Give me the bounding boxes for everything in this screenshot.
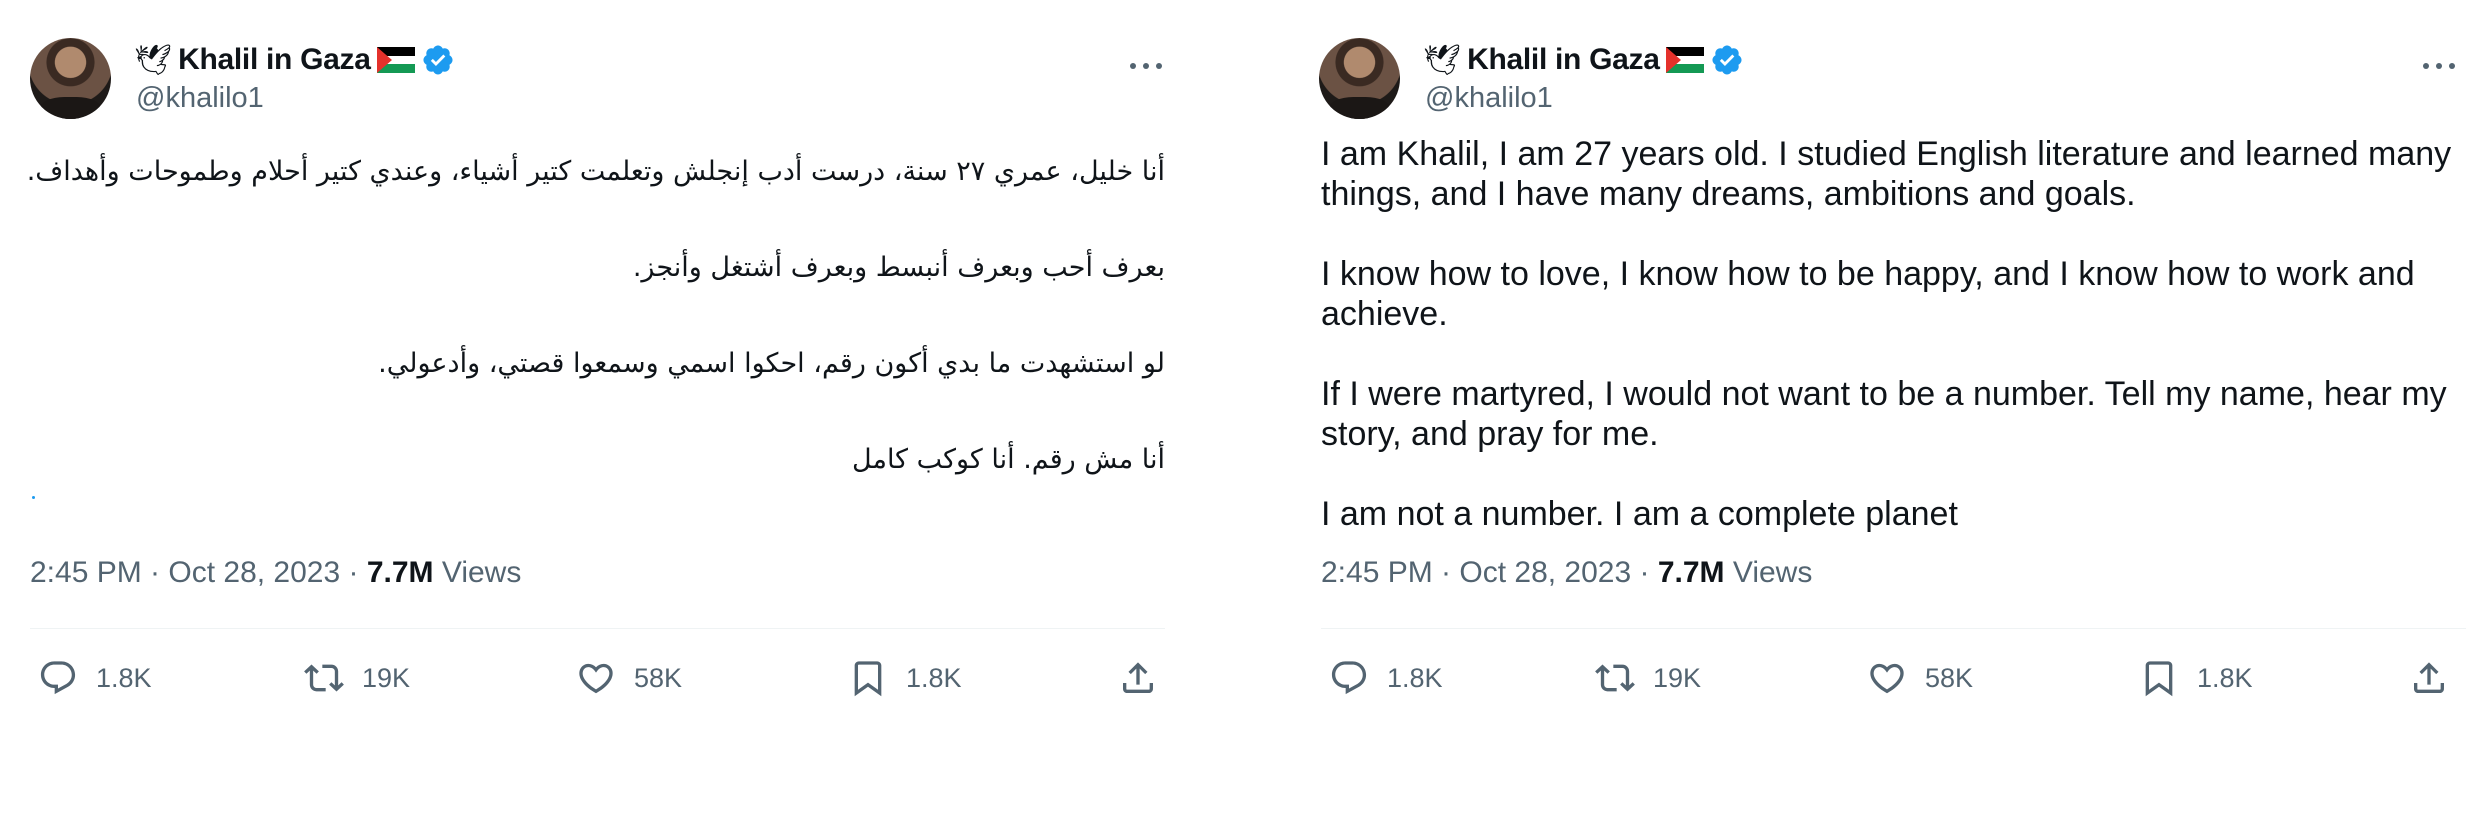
bookmark-button[interactable]: 1.8K (848, 650, 962, 706)
views-count: 7.7M (366, 556, 434, 589)
display-name[interactable]: Khalil in Gaza (178, 43, 371, 77)
reply-icon (1331, 661, 1367, 695)
views-label: Views (433, 556, 522, 589)
divider (1321, 628, 2466, 629)
verified-badge-icon[interactable] (421, 43, 455, 77)
reply-count: 1.8K (1387, 662, 1443, 693)
action-bar: 1.8K 19K 58K 1.8K (30, 650, 1170, 706)
views-count: 7.7M (1657, 556, 1725, 589)
bookmark-icon (854, 661, 882, 697)
author-name-row[interactable]: 🕊 Khalil in Gaza (134, 40, 455, 80)
like-count: 58K (634, 662, 683, 693)
tweet-paragraph: أنا خليل، عمري ٢٧ سنة، درست أدب إنجلش وت… (26, 156, 1165, 187)
tweet-paragraph: لو استشهدت ما بدي أكون رقم، احكوا اسمي و… (378, 348, 1165, 379)
like-count: 58K (1925, 662, 1974, 693)
author-name-row[interactable]: 🕊 Khalil in Gaza (1423, 40, 1744, 80)
share-button[interactable] (2409, 650, 2449, 706)
tweet-paragraph: I know how to love, I know how to be hap… (1321, 255, 2415, 333)
repost-count: 19K (362, 662, 411, 693)
like-button[interactable]: 58K (1867, 650, 1973, 706)
more-options-icon[interactable] (2421, 60, 2457, 72)
repost-button[interactable]: 19K (1595, 650, 1701, 706)
views-label: Views (1724, 556, 1813, 589)
author-handle[interactable]: @khalilo1 (1425, 82, 1553, 115)
tweet-paragraph: If I were martyred, I would not want to … (1321, 375, 2447, 453)
like-button[interactable]: 58K (576, 650, 682, 706)
display-name[interactable]: Khalil in Gaza (1467, 43, 1660, 77)
tweet-paragraph: I am not a number. I am a complete plane… (1321, 495, 1958, 533)
tweet-meta: 2:45 PM · Oct 28, 2023 · 7.7M Views (1321, 556, 1812, 590)
share-icon (2414, 662, 2444, 693)
reply-icon (40, 661, 76, 695)
tweet-paragraph: بعرف أحب وبعرف أنبسط وبعرف أشتغل وأنجز. (632, 252, 1165, 283)
divider (30, 628, 1165, 629)
avatar[interactable] (30, 38, 111, 119)
heart-icon (579, 663, 613, 694)
avatar[interactable] (1319, 38, 1400, 119)
palestine-flag-icon (1665, 47, 1704, 73)
bookmark-button[interactable]: 1.8K (2139, 650, 2253, 706)
author-handle[interactable]: @khalilo1 (136, 82, 264, 115)
heart-icon (1870, 663, 1904, 694)
reply-count: 1.8K (96, 662, 152, 693)
stray-dot (32, 496, 35, 499)
reply-button[interactable]: 1.8K (1329, 650, 1443, 706)
tweet-english: 🕊 Khalil in Gaza @khalilo1 I am Khalil, … (1289, 0, 2486, 828)
reply-button[interactable]: 1.8K (38, 650, 152, 706)
palestine-flag-icon (376, 47, 415, 73)
tweet-text: أنا خليل، عمري ٢٧ سنة، درست أدب إنجلش وت… (26, 148, 1165, 532)
tweet-text: I am Khalil, I am 27 years old. I studie… (1321, 134, 2471, 574)
dove-icon: 🕊 (134, 43, 173, 77)
repost-button[interactable]: 19K (304, 650, 410, 706)
bookmark-icon (2145, 661, 2173, 697)
share-icon (1123, 662, 1153, 693)
verified-badge-icon[interactable] (1710, 43, 1744, 77)
repost-icon (304, 664, 344, 692)
bookmark-count: 1.8K (2197, 662, 2253, 693)
more-options-icon[interactable] (1128, 60, 1164, 72)
action-bar: 1.8K 19K 58K 1.8K (1321, 650, 2471, 706)
tweet-arabic: 🕊 Khalil in Gaza @khalilo1 أنا خليل، عمر… (0, 0, 1240, 828)
timestamp[interactable]: 2:45 PM · Oct 28, 2023 · (30, 556, 367, 589)
tweet-paragraph: أنا مش رقم. أنا كوكب كامل (852, 444, 1165, 475)
bookmark-count: 1.8K (906, 662, 962, 693)
tweet-meta: 2:45 PM · Oct 28, 2023 · 7.7M Views (30, 556, 521, 590)
timestamp[interactable]: 2:45 PM · Oct 28, 2023 · (1321, 556, 1658, 589)
tweet-paragraph: I am Khalil, I am 27 years old. I studie… (1321, 135, 2452, 213)
dove-icon: 🕊 (1423, 43, 1462, 77)
share-button[interactable] (1118, 650, 1158, 706)
repost-icon (1595, 664, 1635, 692)
repost-count: 19K (1653, 662, 1702, 693)
